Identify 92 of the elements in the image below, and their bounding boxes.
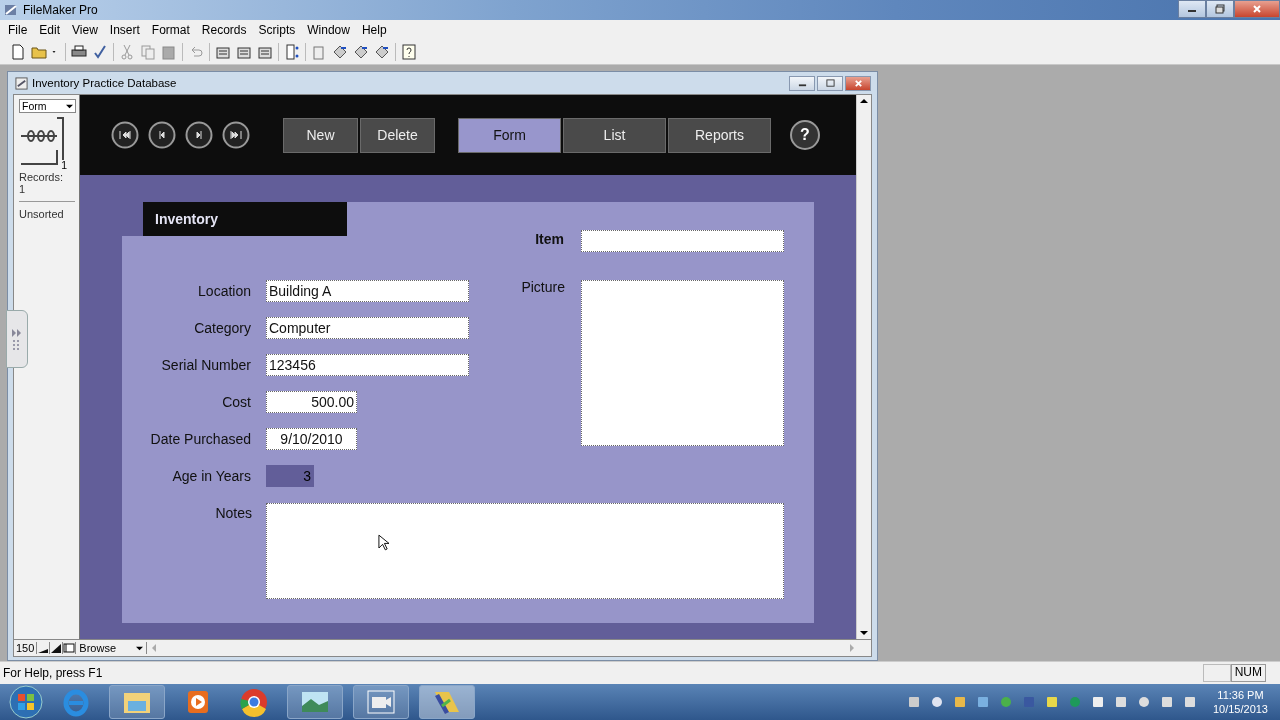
export-icon[interactable] (353, 44, 369, 60)
close-button[interactable] (1234, 0, 1280, 18)
chrome-icon[interactable] (239, 687, 269, 717)
help-hint: For Help, press F1 (3, 666, 103, 680)
menu-item[interactable]: Edit (33, 23, 67, 37)
text-field[interactable]: 3 (266, 465, 314, 487)
caret-icon (136, 644, 144, 652)
menu-item[interactable]: Format (145, 23, 196, 37)
field-label: Date Purchased (149, 431, 251, 447)
scroll-up-icon[interactable] (860, 98, 868, 104)
new-file-icon[interactable] (10, 44, 26, 60)
status-toggle-handle[interactable] (6, 310, 28, 368)
record-button[interactable]: Delete (360, 117, 435, 153)
text-field[interactable]: 500.00 (266, 391, 357, 413)
close-icon (853, 78, 863, 88)
new-record-icon[interactable] (215, 44, 231, 60)
field-label: Category (193, 320, 251, 336)
view-tab[interactable]: Form (458, 117, 561, 153)
database-icon (15, 76, 28, 90)
field-label: Notes (214, 505, 252, 521)
video-camera-icon (366, 689, 396, 715)
field-label: Serial Number (160, 357, 251, 373)
item-field[interactable] (581, 230, 784, 252)
landscape-icon (300, 690, 330, 714)
field-label: Location (197, 283, 251, 299)
status-area-icon[interactable] (63, 642, 77, 654)
duplicate-record-icon[interactable] (236, 44, 252, 60)
app-title: FileMaker Pro (23, 3, 98, 17)
text-field[interactable]: 123456 (266, 354, 469, 376)
clock-date: 10/15/2013 (1212, 702, 1268, 716)
view-tab[interactable]: List (563, 117, 666, 153)
maximize-button[interactable] (817, 75, 843, 91)
next-record-icon[interactable] (185, 121, 213, 149)
field-label: Picture (521, 279, 565, 295)
start-button[interactable] (9, 685, 43, 719)
zoom-level: 150 (14, 642, 38, 654)
text-field[interactable]: 9/10/2010 (266, 428, 357, 450)
clock-time: 11:36 PM (1217, 688, 1264, 702)
sort-status: Unsorted (19, 208, 65, 220)
menu-item[interactable]: Insert (103, 23, 146, 37)
text-field[interactable]: Building A (266, 280, 469, 302)
restore-button[interactable] (1206, 0, 1234, 18)
restore-icon (1215, 4, 1225, 14)
menu-item[interactable]: Help (355, 23, 393, 37)
menu-item[interactable]: Window (301, 23, 356, 37)
minimize-button[interactable] (1178, 0, 1206, 18)
open-folder-icon[interactable] (31, 44, 47, 60)
help-icon[interactable] (401, 44, 417, 60)
num-lock-indicator: NUM (1230, 664, 1266, 682)
sort-icon[interactable] (284, 44, 300, 60)
help-button[interactable]: ? (790, 120, 820, 150)
camera-app-button[interactable] (353, 685, 409, 719)
record-count: 1 (19, 183, 27, 195)
paste-icon[interactable] (161, 44, 177, 60)
field-label: Cost (221, 394, 251, 410)
filemaker-button[interactable] (419, 685, 475, 719)
window-title: Inventory Practice Database (32, 77, 177, 89)
last-record-icon[interactable] (222, 121, 250, 149)
page-number: 1 (61, 159, 67, 171)
find-icon[interactable] (374, 44, 390, 60)
field-label: Age in Years (171, 468, 251, 484)
delete-record-icon[interactable] (257, 44, 273, 60)
mouse-pointer-icon (378, 534, 389, 551)
menu-item[interactable]: Records (195, 23, 253, 37)
scroll-down-icon[interactable] (860, 630, 868, 636)
mode-dropdown[interactable]: Browse (76, 642, 148, 654)
vertical-scrollbar[interactable] (856, 95, 871, 639)
photo-viewer-button[interactable] (287, 685, 343, 719)
file-explorer-button[interactable] (109, 685, 165, 719)
text-field[interactable]: Computer (266, 317, 469, 339)
zoom-out-icon[interactable] (37, 642, 51, 654)
caret-icon (66, 102, 73, 110)
record-button[interactable]: New (283, 117, 358, 153)
import-icon[interactable] (332, 44, 348, 60)
menu-item[interactable]: File (2, 23, 34, 37)
close-button[interactable] (845, 75, 871, 91)
print-icon[interactable] (71, 44, 87, 60)
spell-check-icon[interactable] (92, 44, 108, 60)
status-indicator-cell (1202, 664, 1231, 682)
records-label: Records: (19, 171, 65, 183)
picture-field[interactable] (581, 280, 784, 446)
field-label: Item (535, 231, 564, 247)
app-icon (3, 2, 19, 18)
first-record-icon[interactable] (111, 121, 139, 149)
notes-field[interactable] (266, 503, 784, 599)
maximize-icon (825, 78, 835, 88)
menu-item[interactable]: Scripts (252, 23, 302, 37)
layout-dropdown[interactable]: Form (19, 99, 76, 113)
view-tab[interactable]: Reports (668, 117, 771, 153)
previous-record-icon[interactable] (148, 121, 176, 149)
menu-item[interactable]: View (66, 23, 104, 37)
close-icon (1252, 4, 1262, 14)
